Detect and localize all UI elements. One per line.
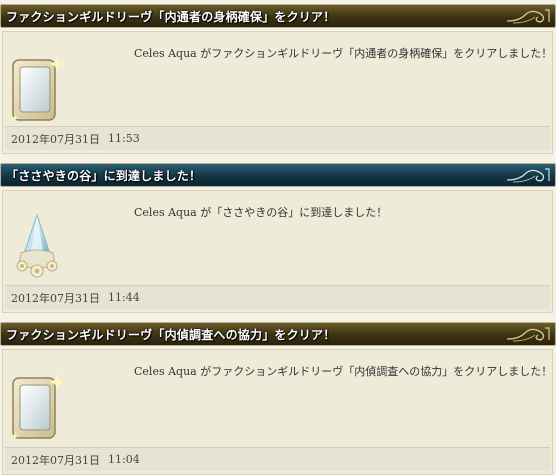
activity-entry: ファクションギルドリーヴ「内偵調査への協力」をクリア！ Celes Aqua が… (0, 322, 556, 475)
activity-entry: ファクションギルドリーヴ「内通者の身柄確保」をクリア！ Celes Aqua が… (0, 4, 556, 154)
entry-body: Celes Aqua がファクションギルドリーヴ「内通者の身柄確保」をクリアしま… (2, 31, 553, 154)
header-ornament-icon (506, 9, 550, 24)
entry-body: Celes Aqua がファクションギルドリーヴ「内偵調査への協力」をクリアしま… (2, 349, 553, 475)
entry-date: 2012年07月31日 (11, 453, 100, 467)
mirror-card-icon (11, 56, 65, 122)
entry-date: 2012年07月31日 (11, 291, 100, 305)
entry-message: Celes Aqua がファクションギルドリーヴ「内偵調査への協力」をクリアしま… (134, 365, 553, 378)
entry-title: ファクションギルドリーヴ「内偵調査への協力」をクリア！ (6, 327, 336, 342)
entry-header: ファクションギルドリーヴ「内偵調査への協力」をクリア！ (0, 322, 556, 346)
entry-time: 11:44 (108, 291, 140, 304)
entry-footer: 2012年07月31日 11:53 (5, 126, 550, 150)
entry-time: 11:53 (108, 132, 140, 145)
entry-footer: 2012年07月31日 11:44 (5, 285, 550, 309)
crystal-landmark-icon (16, 213, 58, 278)
mirror-card-icon (11, 374, 65, 440)
entry-title: 「ささやきの谷」に到達しました！ (6, 168, 202, 183)
entry-body: Celes Aqua が「ささやきの谷」に到達しました！ 2012年07月31日… (2, 190, 553, 313)
entry-header: ファクションギルドリーヴ「内通者の身柄確保」をクリア！ (0, 4, 556, 28)
entry-time: 11:04 (108, 453, 140, 466)
entry-footer: 2012年07月31日 11:04 (5, 447, 550, 471)
entry-title: ファクションギルドリーヴ「内通者の身柄確保」をクリア！ (6, 9, 336, 24)
entry-message: Celes Aqua がファクションギルドリーヴ「内通者の身柄確保」をクリアしま… (134, 47, 553, 60)
entry-message: Celes Aqua が「ささやきの谷」に到達しました！ (134, 206, 388, 219)
activity-entry: 「ささやきの谷」に到達しました！ Celes Aqua が「ささやきの谷」に到達… (0, 163, 556, 313)
header-ornament-icon (506, 168, 550, 183)
header-ornament-icon (506, 327, 550, 342)
entry-date: 2012年07月31日 (11, 132, 100, 146)
entry-header: 「ささやきの谷」に到達しました！ (0, 163, 556, 187)
